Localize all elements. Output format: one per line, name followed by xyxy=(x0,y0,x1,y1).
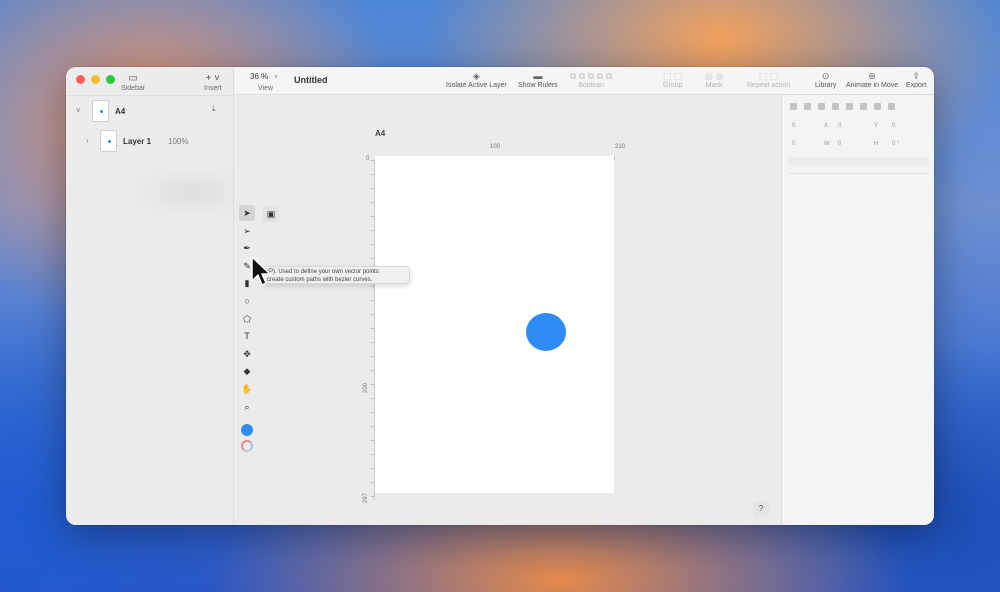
align-center-icon[interactable] xyxy=(804,103,811,110)
layers-sidebar: ▭ Sidebar + ˅ Insert ˅ A4 ⤓ › Layer 1 10… xyxy=(66,67,252,525)
close-window-button[interactable] xyxy=(76,75,85,84)
inspector-panel: 0 X 0 Y 0 0 W 0 H 0 ° xyxy=(781,95,934,525)
artboard-a4[interactable] xyxy=(375,156,614,493)
minimize-window-button[interactable] xyxy=(91,75,100,84)
h-field[interactable]: 0 xyxy=(838,141,841,147)
distribute-h-icon[interactable] xyxy=(874,103,881,110)
pen-tool-button[interactable]: ✒ xyxy=(239,240,255,256)
select-tool-button[interactable]: ➤ xyxy=(239,205,255,221)
ruler-tick-label: 210 xyxy=(615,144,626,150)
zoom-window-button[interactable] xyxy=(106,75,115,84)
tools-palette: ➤ ➢ ✒ ✎ ▮ ○ ⬠ T ✥ ◆ ✋ ⌕ xyxy=(239,205,257,454)
layer-row-layer1[interactable]: › Layer 1 100% xyxy=(66,129,234,153)
stroke-color-swatch[interactable] xyxy=(241,440,253,453)
layers-stack-icon: ◈ xyxy=(472,71,480,81)
text-icon: T xyxy=(244,331,250,342)
library-icon: ⊙ xyxy=(821,71,830,81)
app-window: ▭ Sidebar + ˅ Insert ˅ A4 ⤓ › Layer 1 10… xyxy=(66,67,934,525)
shapes-icon: ⬠ xyxy=(243,313,251,324)
layer-row-artboard[interactable]: ˅ A4 ⤓ xyxy=(66,99,234,123)
arrow-pointer-icon: ➤ xyxy=(243,208,251,218)
isolate-active-layer-button[interactable]: ◈ Isolate Active Layer xyxy=(446,71,507,89)
mask-button[interactable]: ◎ ◎ Mask xyxy=(705,71,723,89)
circle-icon: ○ xyxy=(244,295,250,306)
chevron-down-icon: ˅ xyxy=(274,75,278,81)
mask-icon: ◎ ◎ xyxy=(705,71,724,81)
w-field[interactable]: 0 xyxy=(792,141,795,147)
export-button[interactable]: ⇪ Export xyxy=(906,71,926,89)
ruler-tick-label: 100 xyxy=(490,144,501,150)
rotation-field[interactable]: 0 ° xyxy=(892,141,899,147)
zoom-dropdown[interactable]: 36 % ˅ xyxy=(250,72,278,81)
repeat-icon: ⬚ ⬚ xyxy=(758,71,779,81)
animate-icon: ⊛ xyxy=(868,71,876,81)
layer-thumbnail xyxy=(100,130,117,152)
align-left-icon[interactable] xyxy=(790,103,797,110)
size-row: 0 W 0 H 0 ° xyxy=(792,141,900,147)
window-controls xyxy=(76,75,115,84)
animate-in-move-button[interactable]: ⊛ Animate in Move xyxy=(846,71,898,89)
top-toolbar: 36 % ˅ View Untitled ◈ Isolate Active Lay… xyxy=(234,67,934,95)
vertical-ruler[interactable] xyxy=(368,160,375,500)
direct-select-icon: ➢ xyxy=(243,225,251,236)
divider xyxy=(788,173,929,174)
boolean-icon: ⧉ ⧉ ⧉ ⧉ ⧉ xyxy=(570,71,613,81)
artboard-label: A4 xyxy=(375,129,386,138)
distribute-v-icon[interactable] xyxy=(888,103,895,110)
x-field[interactable]: 0 xyxy=(792,123,795,129)
ruler-tick-label: 297 xyxy=(363,492,370,504)
hand-tool-button[interactable]: ✋ xyxy=(239,381,255,397)
divider xyxy=(66,95,234,96)
magnifier-icon: ⌕ xyxy=(244,401,250,412)
chevron-down-icon[interactable]: ˅ xyxy=(76,106,81,115)
frame-icon: ▣ xyxy=(266,209,276,219)
view-label: View xyxy=(258,85,274,92)
zoom-tool-button[interactable]: ⌕ xyxy=(239,399,255,415)
sidebar-toggle-button[interactable]: ▭ Sidebar xyxy=(121,73,145,92)
document-title: Untitled xyxy=(294,75,328,85)
text-tool-button[interactable]: T xyxy=(239,328,255,344)
direct-select-tool-button[interactable]: ➢ xyxy=(239,223,255,239)
flip-controls[interactable] xyxy=(788,157,929,166)
eraser-icon: ◆ xyxy=(243,366,251,377)
align-middle-icon[interactable] xyxy=(846,103,853,110)
position-row: 0 X 0 Y 0 xyxy=(792,123,896,129)
shape-tool-button[interactable]: ⬠ xyxy=(239,311,255,327)
ruler-icon: ▬ xyxy=(533,71,543,81)
help-button[interactable]: ? xyxy=(753,501,769,517)
align-toolbar xyxy=(790,103,895,110)
eraser-tool-button[interactable]: ◆ xyxy=(239,363,255,379)
align-bottom-icon[interactable] xyxy=(860,103,867,110)
move-tool-button[interactable]: ✥ xyxy=(239,346,255,362)
ellipse-tool-button[interactable]: ○ xyxy=(239,293,255,309)
ruler-tick-label: 200 xyxy=(363,382,370,394)
pen-tool-tooltip: (P). Used to define your own vector poin… xyxy=(262,266,410,284)
group-icon: ⬚ ⬚ xyxy=(663,71,683,81)
pen-icon: ✒ xyxy=(243,243,251,254)
share-icon: ⇪ xyxy=(912,71,920,81)
pin-icon[interactable]: ⤓ xyxy=(212,104,216,114)
canvas-options-button[interactable]: ▣ xyxy=(263,206,279,222)
artboard-thumbnail xyxy=(92,100,109,122)
boolean-button[interactable]: ⧉ ⧉ ⧉ ⧉ ⧉ Boolean xyxy=(570,71,612,89)
move-icon: ✥ xyxy=(243,348,251,359)
blue-circle-shape[interactable] xyxy=(526,313,566,351)
insert-button[interactable]: + ˅ Insert xyxy=(204,73,222,92)
link-field[interactable]: 0 xyxy=(892,123,895,129)
brush-icon: ▮ xyxy=(244,278,250,289)
hand-icon: ✋ xyxy=(241,383,253,394)
group-button[interactable]: ⬚ ⬚ Group xyxy=(663,71,683,89)
align-top-icon[interactable] xyxy=(832,103,839,110)
y-field[interactable]: 0 xyxy=(838,123,841,129)
show-rulers-button[interactable]: ▬ Show Rulers xyxy=(518,71,558,89)
plus-icon: + ˅ xyxy=(205,73,220,84)
align-right-icon[interactable] xyxy=(818,103,825,110)
library-button[interactable]: ⊙ Library xyxy=(815,71,836,89)
chevron-right-icon[interactable]: › xyxy=(86,136,89,145)
sidebar-icon: ▭ xyxy=(128,73,138,84)
repeat-action-button[interactable]: ⬚ ⬚ Repeat action xyxy=(747,71,790,89)
fill-color-swatch[interactable] xyxy=(241,424,253,437)
canvas-area[interactable]: A4 0 100 210 200 297 ➤ ➢ ✒ ✎ ▮ ○ ⬠ T ✥ ◆… xyxy=(234,95,781,525)
mouse-cursor-icon xyxy=(251,256,271,286)
